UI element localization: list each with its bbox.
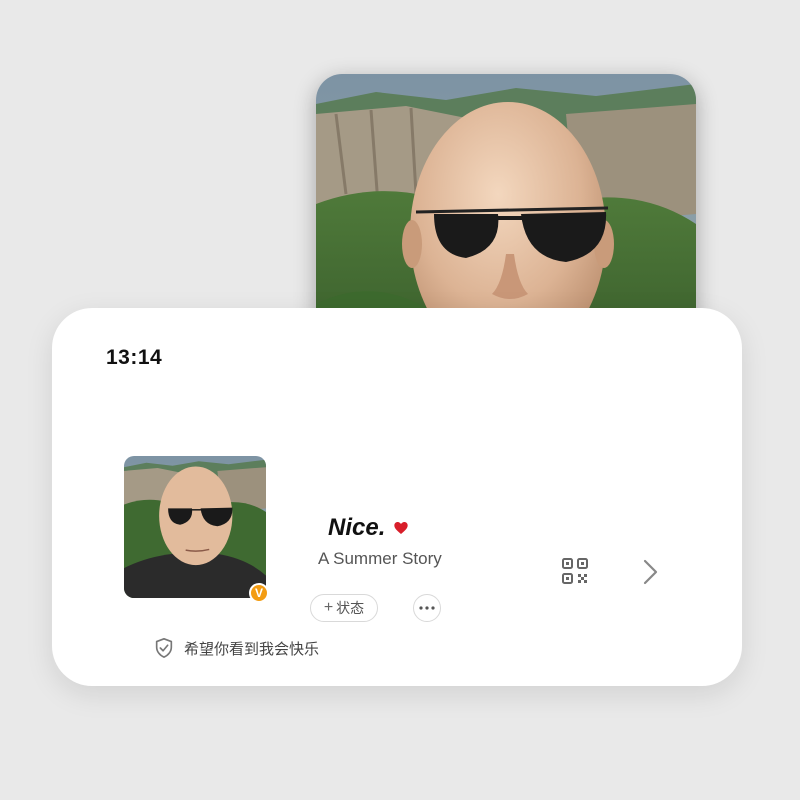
privacy-note: 希望你看到我会快乐 <box>184 641 320 658</box>
status-time: 13:14 <box>106 346 163 369</box>
profile-signature[interactable]: A Summer Story <box>318 549 442 569</box>
red-heart-icon <box>394 522 409 534</box>
more-button[interactable] <box>413 594 441 622</box>
status-button-label: 状态 <box>336 600 365 616</box>
shield-check-icon <box>155 638 173 658</box>
avatar[interactable] <box>124 456 266 598</box>
chevron-right-icon[interactable] <box>640 558 660 586</box>
plus-icon: + <box>323 599 334 616</box>
nickname-text: Nice. <box>328 514 386 541</box>
vip-badge: V <box>249 583 269 603</box>
add-status-button[interactable]: + 状态 <box>310 594 378 622</box>
qr-code-icon[interactable] <box>561 557 589 585</box>
profile-nickname: Nice. <box>328 514 409 542</box>
more-dots-icon <box>419 606 435 610</box>
